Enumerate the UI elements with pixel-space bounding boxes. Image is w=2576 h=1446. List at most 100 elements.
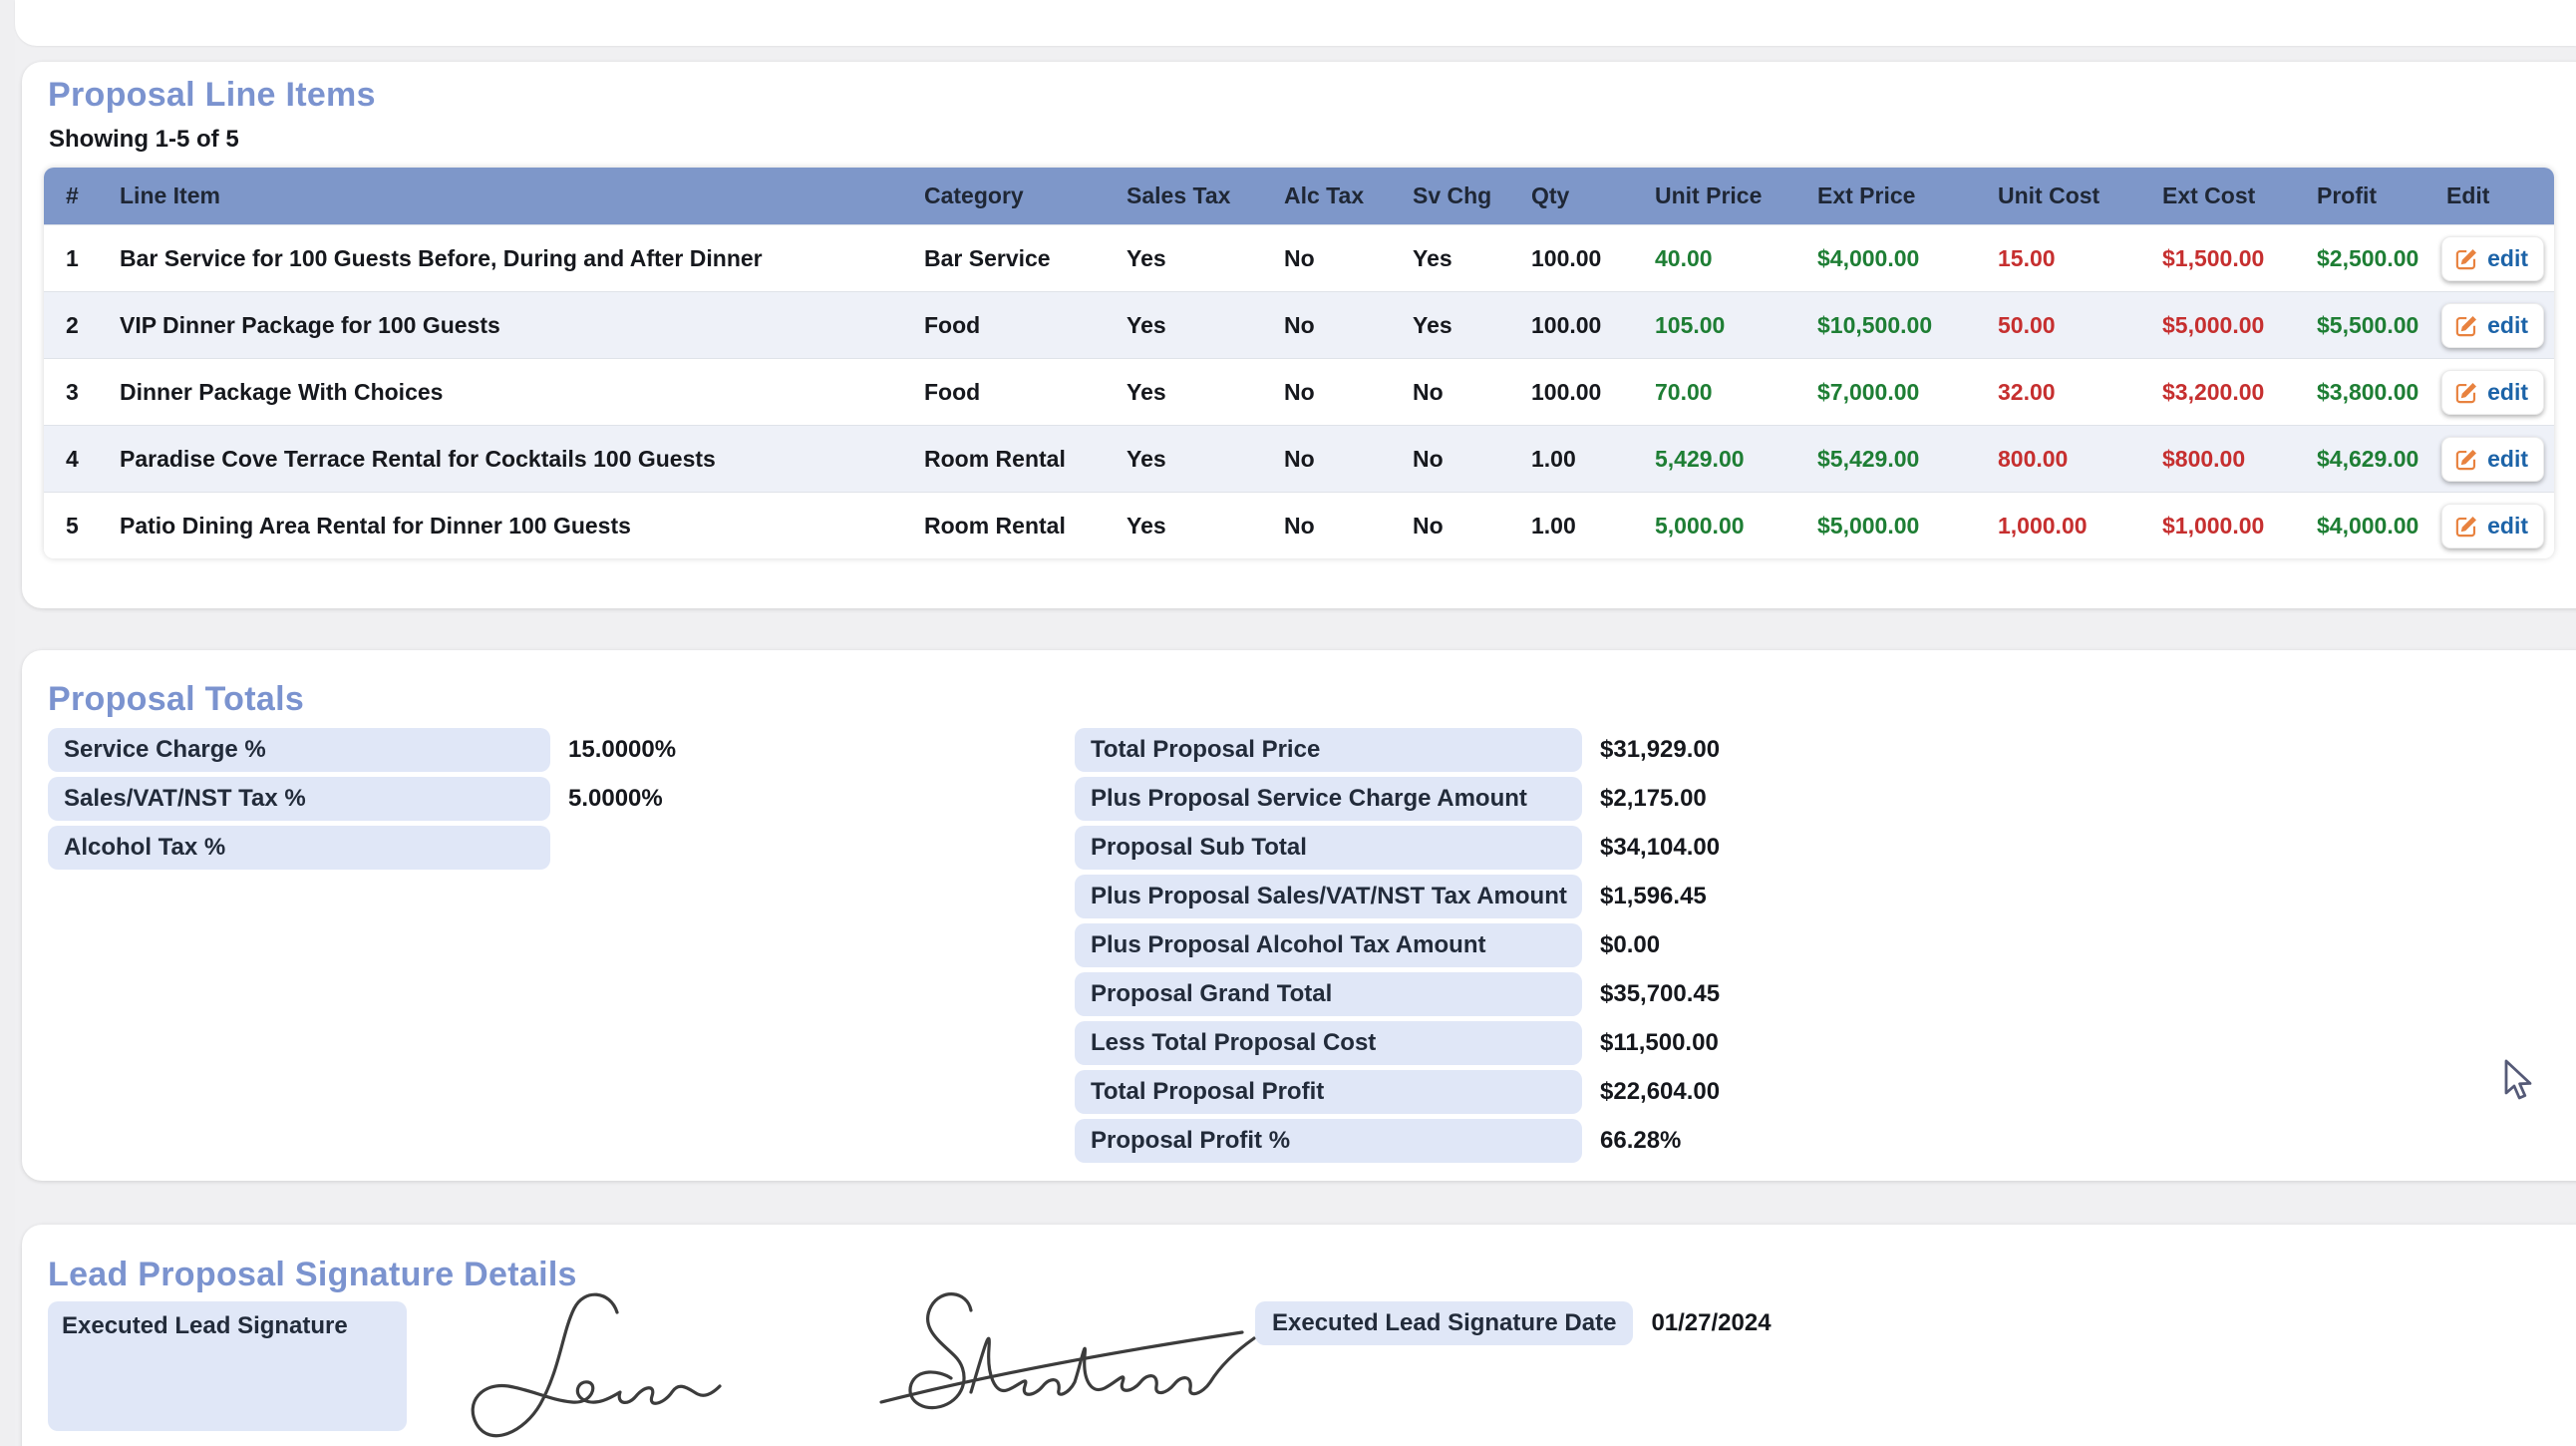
totals-row: Plus Proposal Alcohol Tax Amount$0.00 (1075, 923, 1720, 967)
totals-value: 66.28% (1600, 1127, 1681, 1155)
cell-qty: 1.00 (1519, 493, 1643, 559)
totals-row: Sales/VAT/NST Tax %5.0000% (48, 777, 676, 821)
table-row: 1Bar Service for 100 Guests Before, Duri… (44, 225, 2554, 292)
column-header-qty: Qty (1519, 168, 1643, 225)
cell-line-item: Dinner Package With Choices (108, 359, 912, 426)
edit-button[interactable]: edit (2441, 370, 2544, 415)
totals-value: $1,596.45 (1600, 883, 1707, 910)
cell-line-item: Patio Dining Area Rental for Dinner 100 … (108, 493, 912, 559)
cell-unit-price: 5,429.00 (1643, 426, 1805, 493)
totals-label: Proposal Sub Total (1075, 826, 1582, 870)
cell-unit-cost: 50.00 (1986, 292, 2150, 359)
totals-row: Alcohol Tax % (48, 826, 676, 870)
totals-row: Proposal Grand Total$35,700.45 (1075, 972, 1720, 1016)
edit-button[interactable]: edit (2441, 504, 2544, 548)
cell-edit: edit (2434, 225, 2554, 292)
cell-sv-chg: Yes (1401, 292, 1519, 359)
cell-num: 2 (44, 292, 108, 359)
totals-card: Proposal Totals Service Charge %15.0000%… (22, 650, 2576, 1181)
totals-label: Proposal Profit % (1075, 1119, 1582, 1163)
cell-edit: edit (2434, 493, 2554, 559)
cell-ext-price: $5,429.00 (1805, 426, 1986, 493)
cell-alc-tax: No (1272, 225, 1401, 292)
cell-alc-tax: No (1272, 292, 1401, 359)
column-header-unit-price: Unit Price (1643, 168, 1805, 225)
cell-sales-tax: Yes (1115, 292, 1272, 359)
column-header-unit-cost: Unit Cost (1986, 168, 2150, 225)
cell-unit-cost: 15.00 (1986, 225, 2150, 292)
column-header-category: Category (912, 168, 1115, 225)
cell-sv-chg: No (1401, 426, 1519, 493)
cell-sv-chg: Yes (1401, 225, 1519, 292)
cell-alc-tax: No (1272, 426, 1401, 493)
column-header-ext-cost: Ext Cost (2150, 168, 2305, 225)
cell-category: Food (912, 359, 1115, 426)
cell-category: Food (912, 292, 1115, 359)
table-row: 5Patio Dining Area Rental for Dinner 100… (44, 493, 2554, 559)
previous-card-bottom (15, 0, 2576, 46)
totals-right-column: Total Proposal Price $31,929.00 Plus Propo… (1075, 728, 1720, 1168)
cell-alc-tax: No (1272, 493, 1401, 559)
edit-button[interactable]: edit (2441, 303, 2544, 348)
cell-ext-price: $4,000.00 (1805, 225, 1986, 292)
line-items-table-wrap: #Line ItemCategorySales TaxAlc TaxSv Chg… (44, 168, 2554, 558)
totals-label: Plus Proposal Service Charge Amount (1075, 777, 1582, 821)
totals-label: Total Proposal Price (1075, 728, 1582, 772)
cell-profit: $3,800.00 (2305, 359, 2434, 426)
cell-alc-tax: No (1272, 359, 1401, 426)
cell-unit-cost: 32.00 (1986, 359, 2150, 426)
edit-button[interactable]: edit (2441, 236, 2544, 281)
signature-image (413, 1282, 1270, 1446)
cell-profit: $2,500.00 (2305, 225, 2434, 292)
cell-ext-price: $5,000.00 (1805, 493, 1986, 559)
executed-lead-signature-date-value: 01/27/2024 (1651, 1309, 1771, 1337)
column-header-sv-chg: Sv Chg (1401, 168, 1519, 225)
cell-ext-cost: $5,000.00 (2150, 292, 2305, 359)
edit-button[interactable]: edit (2441, 437, 2544, 482)
cell-ext-price: $10,500.00 (1805, 292, 1986, 359)
cell-num: 5 (44, 493, 108, 559)
totals-label: Proposal Grand Total (1075, 972, 1582, 1016)
signature-date-row: Executed Lead Signature Date 01/27/2024 (1255, 1301, 1771, 1345)
signature-card: Lead Proposal Signature Details Executed… (22, 1225, 2576, 1446)
cell-qty: 1.00 (1519, 426, 1643, 493)
showing-count-text: Showing 1-5 of 5 (49, 126, 239, 154)
edit-button-label: edit (2487, 379, 2528, 406)
cell-ext-cost: $1,500.00 (2150, 225, 2305, 292)
totals-label: Sales/VAT/NST Tax % (48, 777, 550, 821)
cell-qty: 100.00 (1519, 292, 1643, 359)
line-items-table: #Line ItemCategorySales TaxAlc TaxSv Chg… (44, 168, 2554, 558)
totals-row: Proposal Profit % 66.28% (1075, 1119, 1720, 1163)
cell-sv-chg: No (1401, 493, 1519, 559)
cell-profit: $5,500.00 (2305, 292, 2434, 359)
cell-ext-price: $7,000.00 (1805, 359, 1986, 426)
totals-value: $31,929.00 (1600, 736, 1720, 764)
edit-pencil-icon (2455, 247, 2478, 270)
cell-sales-tax: Yes (1115, 225, 1272, 292)
edit-pencil-icon (2455, 381, 2478, 404)
cell-profit: $4,629.00 (2305, 426, 2434, 493)
column-header-edit: Edit (2434, 168, 2554, 225)
line-items-title: Proposal Line Items (48, 76, 376, 115)
column-header-line-item: Line Item (108, 168, 912, 225)
cell-sales-tax: Yes (1115, 493, 1272, 559)
table-row: 3Dinner Package With ChoicesFoodYesNoNo1… (44, 359, 2554, 426)
totals-row: Plus Proposal Sales/VAT/NST Tax Amount$1… (1075, 875, 1720, 918)
cell-profit: $4,000.00 (2305, 493, 2434, 559)
table-row: 4Paradise Cove Terrace Rental for Cockta… (44, 426, 2554, 493)
totals-label: Service Charge % (48, 728, 550, 772)
page-left-gutter (0, 0, 15, 1446)
cell-line-item: Bar Service for 100 Guests Before, Durin… (108, 225, 912, 292)
cell-ext-cost: $800.00 (2150, 426, 2305, 493)
cell-category: Bar Service (912, 225, 1115, 292)
proposal-page: Proposal Line Items Showing 1-5 of 5 #Li… (0, 0, 2576, 1446)
totals-value: 15.0000% (568, 736, 676, 764)
cell-category: Room Rental (912, 426, 1115, 493)
edit-button-label: edit (2487, 513, 2528, 540)
column-header-alc-tax: Alc Tax (1272, 168, 1401, 225)
totals-label: Less Total Proposal Cost (1075, 1021, 1582, 1065)
cell-line-item: VIP Dinner Package for 100 Guests (108, 292, 912, 359)
cell-qty: 100.00 (1519, 359, 1643, 426)
totals-left-column: Service Charge % 15.0000% Sales/VAT/NST Ta… (48, 728, 676, 875)
totals-label: Total Proposal Profit (1075, 1070, 1582, 1114)
